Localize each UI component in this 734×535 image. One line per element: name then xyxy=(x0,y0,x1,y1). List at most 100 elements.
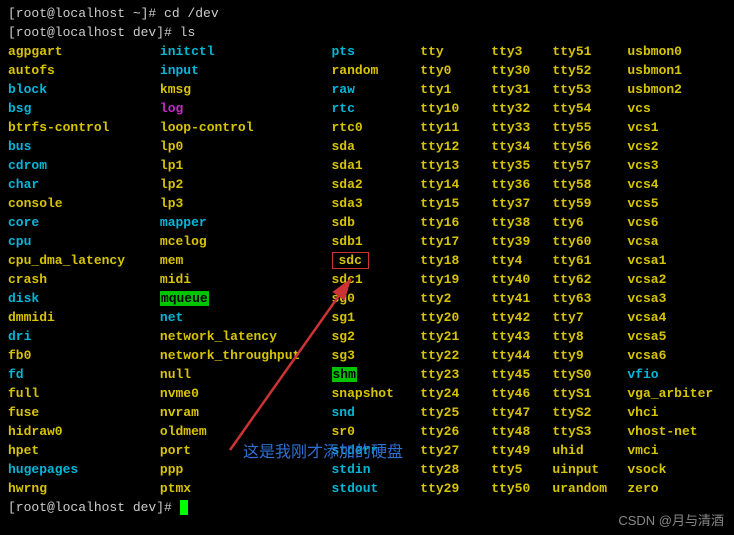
list-cell: hugepages xyxy=(8,460,160,479)
list-cell: tty7 xyxy=(552,308,627,327)
list-cell: tty48 xyxy=(491,422,552,441)
list-row: btrfs-controlloop-controlrtc0tty11tty33t… xyxy=(8,118,726,137)
uhid-entry: uhid xyxy=(552,443,583,458)
tty16-entry: tty16 xyxy=(420,215,459,230)
list-cell: vcsa2 xyxy=(627,270,726,289)
list-cell: console xyxy=(8,194,160,213)
command-line-1: [root@localhost ~]# cd /dev xyxy=(8,4,726,23)
ttyS2-entry: ttyS2 xyxy=(552,405,591,420)
vmci-entry: vmci xyxy=(627,443,658,458)
midi-entry: midi xyxy=(160,272,191,287)
list-row: hidraw0oldmemsr0tty26tty48ttyS3vhost-net xyxy=(8,422,726,441)
tty43-entry: tty43 xyxy=(491,329,530,344)
list-cell: tty14 xyxy=(420,175,491,194)
list-cell: stdout xyxy=(332,479,421,498)
tty50-entry: tty50 xyxy=(491,481,530,496)
net-entry: net xyxy=(160,310,183,325)
autofs-entry: autofs xyxy=(8,63,55,78)
stdin-entry: stdin xyxy=(332,462,371,477)
tty49-entry: tty49 xyxy=(491,443,530,458)
list-cell: mem xyxy=(160,251,332,270)
list-cell: tty23 xyxy=(420,365,491,384)
agpgart-entry: agpgart xyxy=(8,44,63,59)
tty17-entry: tty17 xyxy=(420,234,459,249)
list-cell: vhci xyxy=(627,403,726,422)
list-cell: tty0 xyxy=(420,61,491,80)
list-cell: sg1 xyxy=(332,308,421,327)
list-cell: disk xyxy=(8,289,160,308)
char-entry: char xyxy=(8,177,39,192)
list-cell: ttyS3 xyxy=(552,422,627,441)
watermark-text: CSDN @月与清酒 xyxy=(618,510,724,529)
list-cell: stdin xyxy=(332,460,421,479)
vcs-entry: vcs xyxy=(627,101,650,116)
tty34-entry: tty34 xyxy=(491,139,530,154)
list-cell: char xyxy=(8,175,160,194)
list-cell: tty10 xyxy=(420,99,491,118)
pts-entry: pts xyxy=(332,44,355,59)
list-cell: usbmon0 xyxy=(627,42,726,61)
log-entry: log xyxy=(160,101,183,116)
sr0-entry: sr0 xyxy=(332,424,355,439)
null-entry: null xyxy=(160,367,191,382)
terminal-output[interactable]: [root@localhost ~]# cd /dev [root@localh… xyxy=(0,0,734,521)
list-cell: input xyxy=(160,61,332,80)
list-cell: autofs xyxy=(8,61,160,80)
tty25-entry: tty25 xyxy=(420,405,459,420)
crash-entry: crash xyxy=(8,272,47,287)
raw-entry: raw xyxy=(332,82,355,97)
list-row: diskmqueuesg0tty2tty41tty63vcsa3 xyxy=(8,289,726,308)
list-cell: tty33 xyxy=(491,118,552,137)
stdout-entry: stdout xyxy=(332,481,379,496)
list-cell: sr0 xyxy=(332,422,421,441)
tty60-entry: tty60 xyxy=(552,234,591,249)
list-cell: vmci xyxy=(627,441,726,460)
sdc1-entry: sdc1 xyxy=(332,272,363,287)
list-cell: net xyxy=(160,308,332,327)
vcs1-entry: vcs1 xyxy=(627,120,658,135)
rtc-entry: rtc xyxy=(332,101,355,116)
list-cell: zero xyxy=(627,479,726,498)
list-cell: ppp xyxy=(160,460,332,479)
sdc-entry: sdc xyxy=(332,252,369,269)
tty10-entry: tty10 xyxy=(420,101,459,116)
sda3-entry: sda3 xyxy=(332,196,363,211)
nvram-entry: nvram xyxy=(160,405,199,420)
tty38-entry: tty38 xyxy=(491,215,530,230)
list-cell: tty25 xyxy=(420,403,491,422)
list-cell: tty58 xyxy=(552,175,627,194)
list-cell: tty xyxy=(420,42,491,61)
list-cell: tty56 xyxy=(552,137,627,156)
list-cell: vcsa4 xyxy=(627,308,726,327)
block-entry: block xyxy=(8,82,47,97)
tty56-entry: tty56 xyxy=(552,139,591,154)
list-cell: network_latency xyxy=(160,327,332,346)
console-entry: console xyxy=(8,196,63,211)
stderr-entry: stderr xyxy=(332,443,379,458)
bus-entry: bus xyxy=(8,139,31,154)
list-row: cpumcelogsdb1tty17tty39tty60vcsa xyxy=(8,232,726,251)
tty39-entry: tty39 xyxy=(491,234,530,249)
list-cell: log xyxy=(160,99,332,118)
tty21-entry: tty21 xyxy=(420,329,459,344)
tty2-entry: tty2 xyxy=(420,291,451,306)
list-cell: tty46 xyxy=(491,384,552,403)
tty55-entry: tty55 xyxy=(552,120,591,135)
vhost-net-entry: vhost-net xyxy=(627,424,697,439)
list-cell: vcs5 xyxy=(627,194,726,213)
list-cell: tty44 xyxy=(491,346,552,365)
list-cell: random xyxy=(332,61,421,80)
list-cell: tty47 xyxy=(491,403,552,422)
list-cell: usbmon2 xyxy=(627,80,726,99)
sda-entry: sda xyxy=(332,139,355,154)
list-cell: lp2 xyxy=(160,175,332,194)
kmsg-entry: kmsg xyxy=(160,82,191,97)
list-cell: vcs3 xyxy=(627,156,726,175)
vcsa6-entry: vcsa6 xyxy=(627,348,666,363)
list-cell: vcs6 xyxy=(627,213,726,232)
list-cell: lp0 xyxy=(160,137,332,156)
fb0-entry: fb0 xyxy=(8,348,31,363)
tty44-entry: tty44 xyxy=(491,348,530,363)
list-cell: tty54 xyxy=(552,99,627,118)
ttyS1-entry: ttyS1 xyxy=(552,386,591,401)
